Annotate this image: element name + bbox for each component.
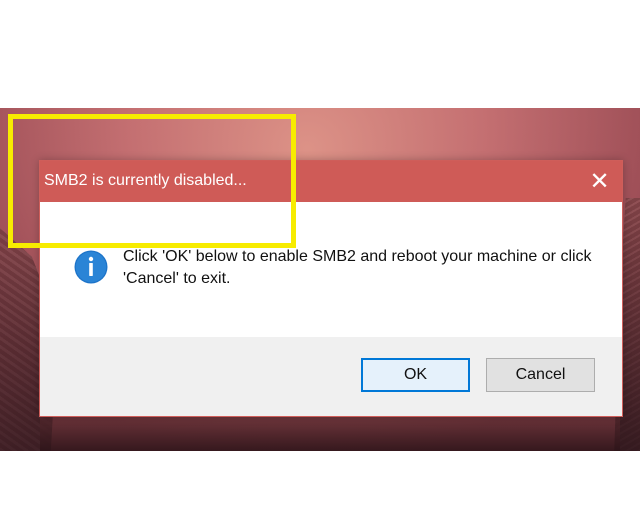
dialog-button-bar: OK Cancel	[40, 337, 622, 416]
yellow-highlight-box	[8, 114, 296, 248]
cancel-button[interactable]: Cancel	[486, 358, 595, 392]
background-rock-bottom	[40, 413, 620, 451]
screenshot-canvas: SMB2 is currently disabled... ✕ Click 'O…	[0, 0, 640, 512]
info-icon	[74, 250, 108, 284]
close-button[interactable]: ✕	[577, 161, 622, 202]
dialog-message: Click 'OK' below to enable SMB2 and rebo…	[123, 248, 592, 287]
ok-button[interactable]: OK	[361, 358, 470, 392]
close-icon: ✕	[589, 167, 610, 195]
